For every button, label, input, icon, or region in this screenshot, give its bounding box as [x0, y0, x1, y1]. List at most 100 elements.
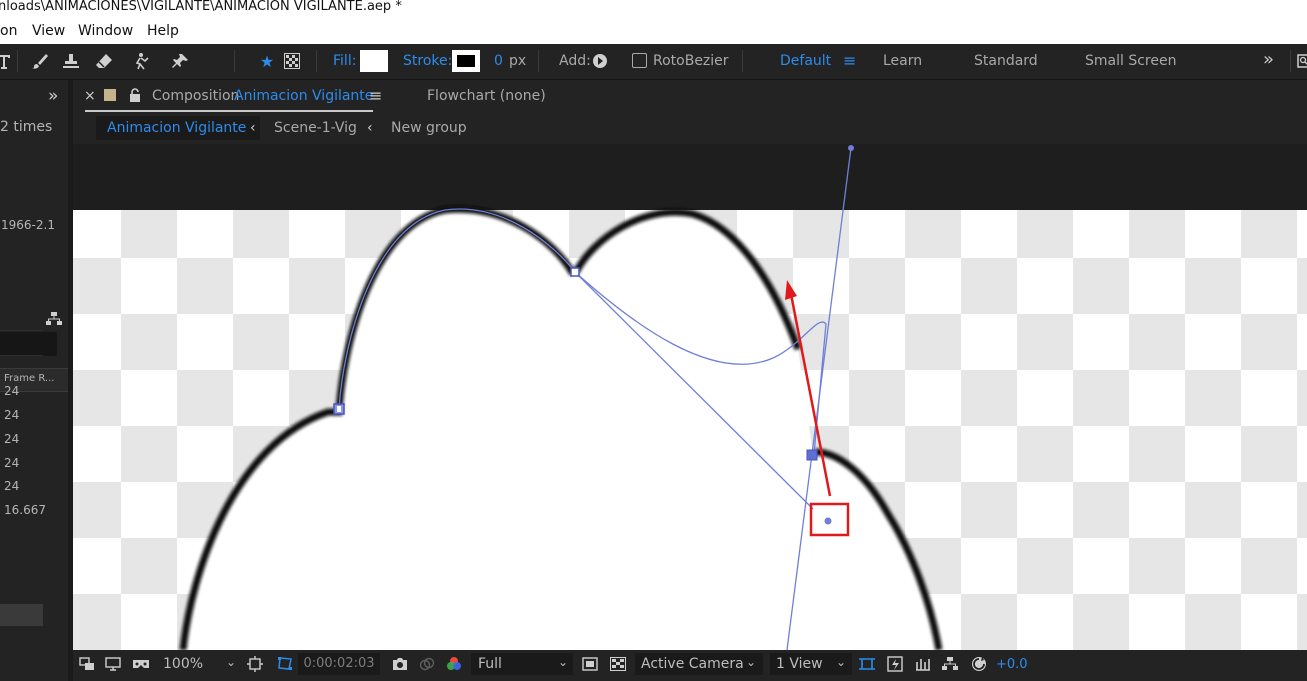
exposure-value[interactable]: +0.0	[996, 657, 1028, 672]
chevron-down-icon[interactable]: ⌄	[226, 655, 236, 669]
breadcrumb: Animacion Vigilante ‹ Scene-1-Vig ‹ New …	[73, 112, 1307, 144]
chevron-left-icon: ‹	[250, 120, 256, 136]
flowchart-icon[interactable]	[46, 312, 62, 329]
chevron-left-icon: ‹	[367, 120, 373, 136]
reset-exposure-icon[interactable]	[969, 654, 989, 674]
frame-rate-value: 24	[4, 384, 20, 398]
toolbar-separator	[17, 50, 18, 72]
path-vertex[interactable]	[570, 267, 580, 277]
composition-panel-header: × Composition Animacion Vigilante ≡ Flow…	[73, 80, 1307, 112]
workspace-default[interactable]: Default	[780, 53, 831, 69]
workspace-small-screen[interactable]: Small Screen	[1085, 53, 1176, 69]
rotobezier-checkbox[interactable]	[632, 53, 647, 68]
current-time-display[interactable]: 0:00:02:03	[298, 653, 380, 675]
eraser-tool-icon[interactable]	[93, 50, 115, 72]
panel-menu-icon[interactable]: ≡	[369, 86, 382, 105]
search-help-icon[interactable]	[1293, 50, 1307, 72]
collapse-panel-icon[interactable]: »	[48, 86, 58, 106]
composition-tab-prefix[interactable]: Composition	[152, 88, 239, 104]
toolbar-separator	[538, 50, 539, 72]
transparency-grid-icon[interactable]	[281, 50, 303, 72]
frame-rate-value: 24	[4, 479, 20, 493]
brush-tool-icon[interactable]	[29, 50, 51, 72]
workspace-menu-icon[interactable]: ≡	[843, 51, 856, 70]
fill-color-swatch[interactable]	[360, 50, 388, 72]
menu-item-view[interactable]: View	[32, 23, 65, 39]
workspace-standard[interactable]: Standard	[974, 53, 1038, 69]
fit-frame-icon[interactable]	[245, 654, 265, 674]
stroke-label[interactable]: Stroke:	[403, 53, 452, 69]
breadcrumb-item-animacion-vigilante[interactable]: Animacion Vigilante	[107, 120, 246, 136]
fast-previews-icon[interactable]	[885, 654, 905, 674]
list-divider	[0, 355, 43, 356]
frame-rate-value: 24	[4, 456, 20, 470]
add-property-icon[interactable]	[589, 50, 611, 72]
comp-flowchart-icon[interactable]	[940, 654, 960, 674]
stroke-width-value[interactable]: 0	[494, 53, 503, 69]
add-label: Add:	[559, 53, 591, 69]
color-channels-icon[interactable]	[444, 654, 464, 674]
chevron-down-icon[interactable]: ⌄	[746, 655, 756, 669]
shape-overlay[interactable]	[73, 144, 1307, 650]
resolution-value[interactable]: Full	[478, 656, 502, 672]
show-snapshot-icon[interactable]	[417, 654, 437, 674]
viewer-controls-bar: 100% ⌄ 0:00:02:03 Full ⌄ Active Camera ⌄…	[73, 650, 1307, 681]
vr-view-icon[interactable]	[131, 654, 151, 674]
chevron-down-icon[interactable]: ⌄	[558, 655, 568, 669]
timeline-icon[interactable]	[913, 654, 933, 674]
toggle-pixel-aspect-icon[interactable]	[857, 654, 877, 674]
breadcrumb-item-scene[interactable]: Scene-1-Vig	[274, 120, 357, 136]
type-tool-icon[interactable]	[0, 50, 16, 72]
frame-rate-value: 24	[4, 432, 20, 446]
camera-value[interactable]: Active Camera	[641, 656, 744, 672]
footage-info-text: 1966-2.1	[1, 218, 55, 232]
project-search-input[interactable]	[0, 332, 57, 356]
menu-item-window[interactable]: Window	[78, 23, 133, 39]
mask-visibility-icon[interactable]	[275, 654, 295, 674]
chevron-down-icon[interactable]: ⌄	[836, 655, 846, 669]
toolbar-separator	[316, 50, 317, 72]
toolbar-separator	[742, 50, 743, 72]
transparency-grid-toggle-icon[interactable]	[608, 654, 628, 674]
list-divider	[0, 330, 43, 331]
selected-project-row[interactable]	[0, 604, 43, 626]
window-title: nloads\ANIMACIONES\VIGILANTE\ANIMACION V…	[0, 0, 1307, 20]
star-shape-icon[interactable]: ★	[256, 50, 278, 72]
menu-item-animation[interactable]: on	[0, 23, 17, 39]
clone-stamp-tool-icon[interactable]	[60, 50, 82, 72]
composition-color-icon	[104, 89, 116, 105]
snapshot-camera-icon[interactable]	[390, 654, 410, 674]
toolbar-separator	[234, 50, 235, 72]
region-of-interest-icon[interactable]	[580, 654, 600, 674]
menu-item-help[interactable]: Help	[147, 23, 179, 39]
workspace-learn[interactable]: Learn	[883, 53, 922, 69]
toolbar-separator	[1290, 50, 1291, 72]
frame-rate-value: 16.667	[4, 503, 46, 517]
zoom-select[interactable]: 100%	[163, 656, 203, 672]
flowchart-tab[interactable]: Flowchart (none)	[427, 88, 546, 104]
bezier-handle[interactable]	[824, 517, 832, 525]
composition-tab-name[interactable]: Animacion Vigilante	[234, 88, 373, 104]
stroke-width-unit: px	[509, 53, 527, 69]
annotation-arrow-head	[785, 280, 797, 300]
composition-viewer[interactable]	[73, 144, 1307, 650]
monitor-icon[interactable]	[103, 654, 123, 674]
lock-icon[interactable]	[129, 88, 141, 106]
usage-count-text: 2 times	[0, 119, 53, 135]
more-workspaces-icon[interactable]: »	[1263, 49, 1274, 70]
roto-brush-tool-icon[interactable]	[131, 50, 153, 72]
menu-bar: on View Window Help	[0, 20, 1307, 44]
fill-label[interactable]: Fill:	[333, 53, 356, 69]
puppet-pin-tool-icon[interactable]	[170, 50, 192, 72]
rotobezier-label: RotoBezier	[653, 53, 729, 69]
close-tab-icon[interactable]: ×	[84, 88, 96, 104]
stroke-color-swatch[interactable]	[452, 50, 480, 72]
path-vertex-selected[interactable]	[806, 449, 818, 461]
bezier-handle[interactable]	[848, 145, 854, 151]
frame-rate-column-header[interactable]: Frame R...	[4, 373, 54, 384]
tools-toolbar: ★ Fill: Stroke: 0 px Add: RotoBezier Def…	[0, 44, 1307, 80]
views-value[interactable]: 1 View	[776, 656, 823, 672]
breadcrumb-item-new-group[interactable]: New group	[391, 120, 467, 136]
always-preview-icon[interactable]	[77, 654, 97, 674]
frame-rate-value: 24	[4, 408, 20, 422]
